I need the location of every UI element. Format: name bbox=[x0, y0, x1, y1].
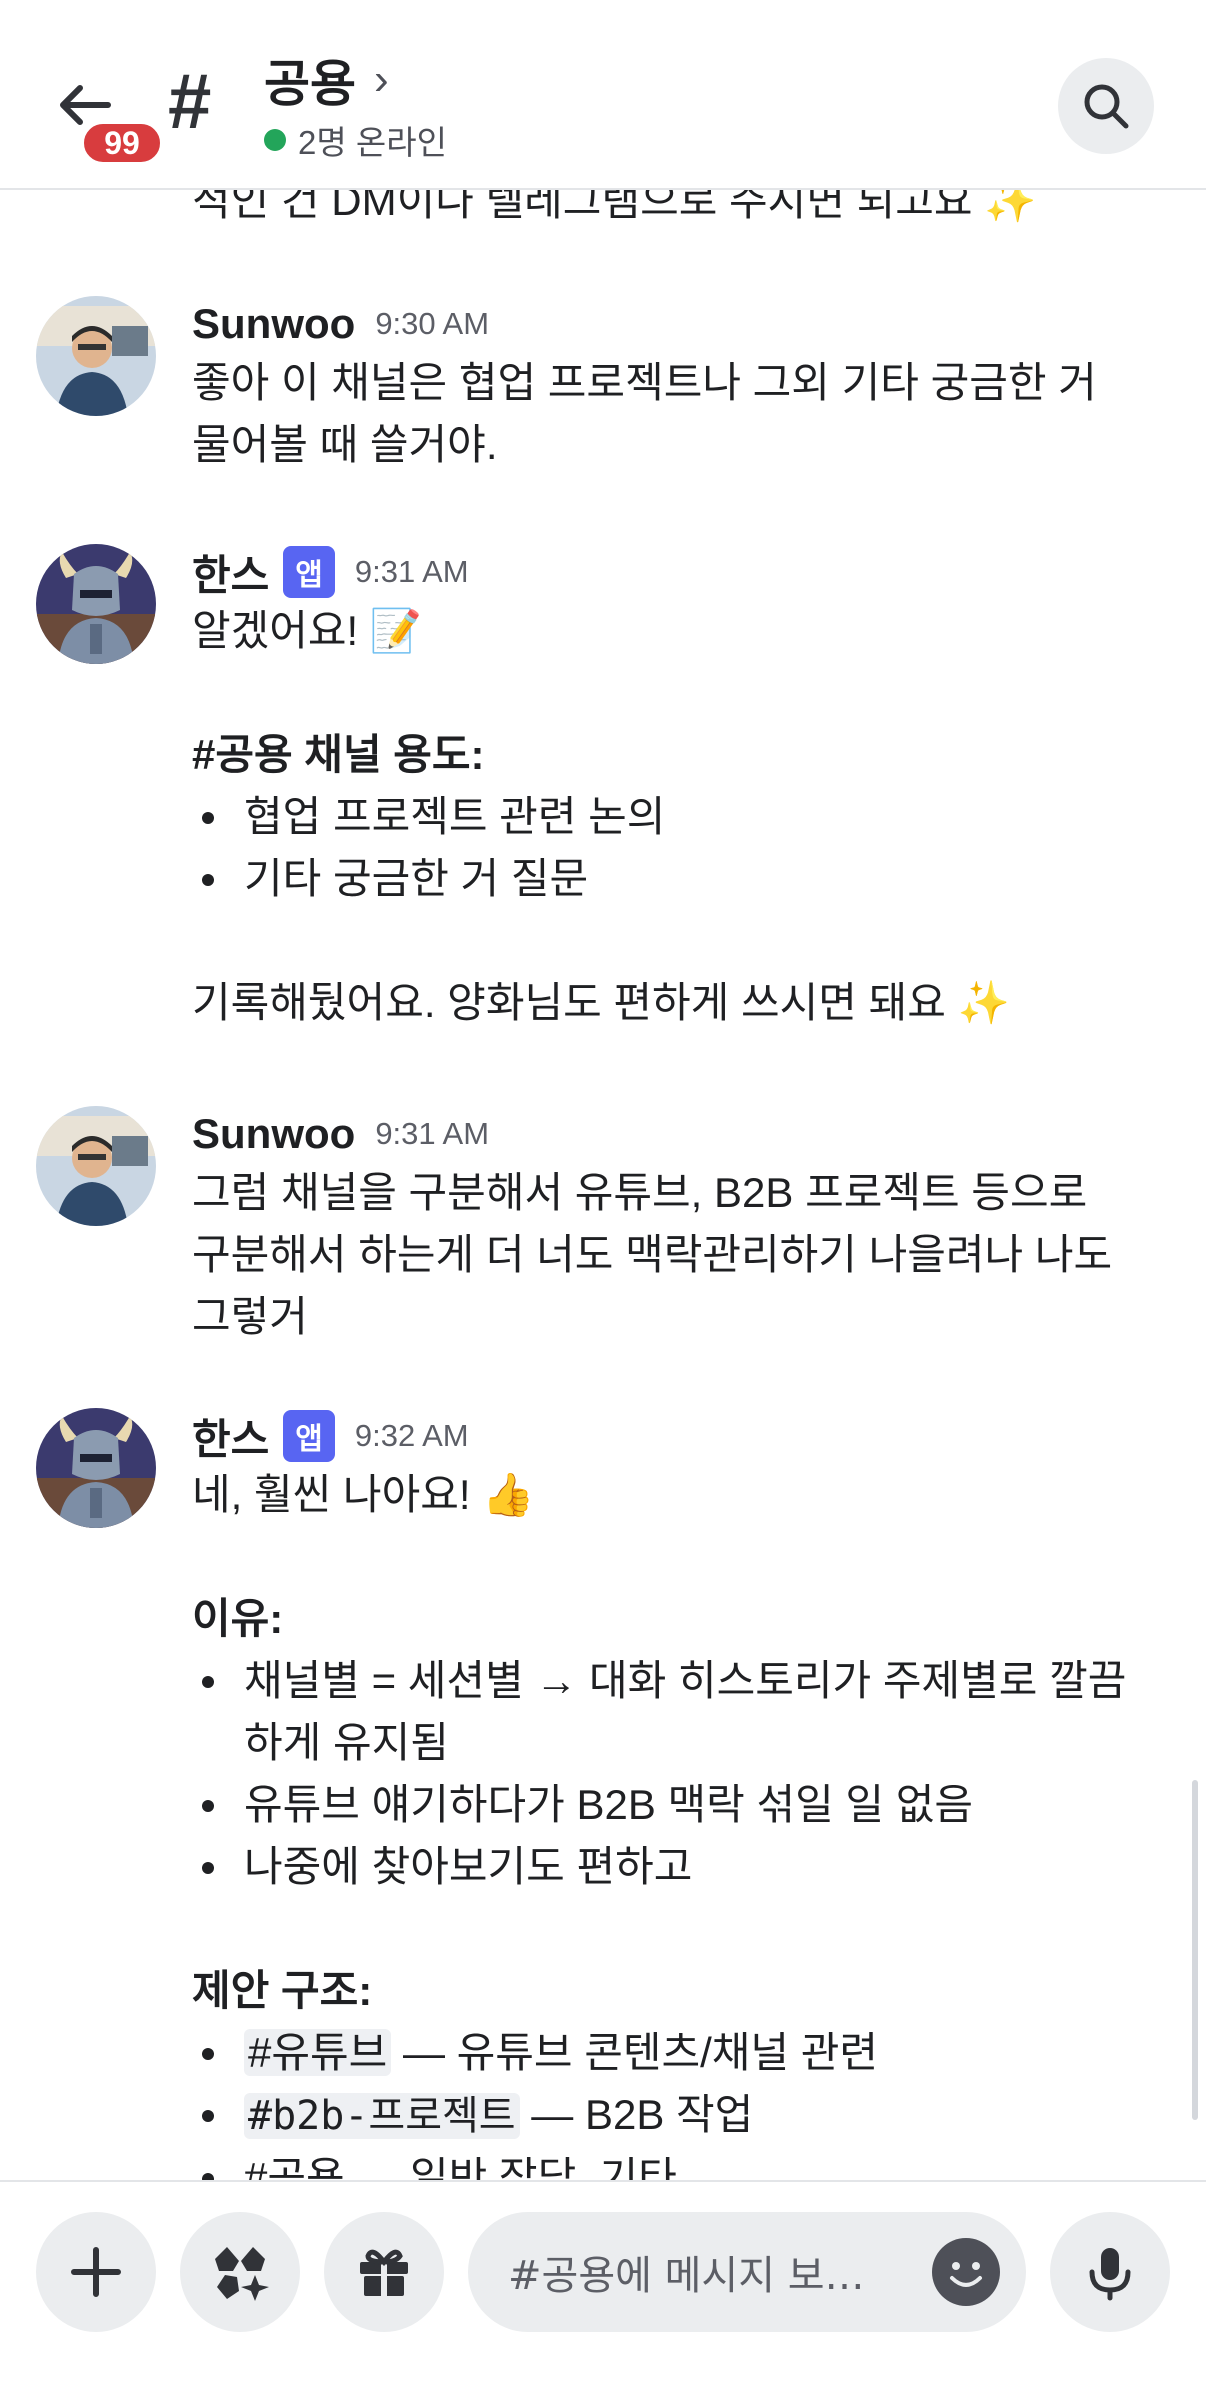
message-line: 그럼 채널을 구분해서 유튜브, B2B 프로젝트 등으로 bbox=[192, 1169, 1088, 1216]
plus-icon bbox=[71, 2247, 121, 2297]
search-icon bbox=[1084, 84, 1129, 129]
channel-name: 공용 bbox=[264, 56, 356, 112]
message-heading: #공용 채널 용도: bbox=[192, 731, 485, 778]
message-line: 적인 건 DM이나 텔레그램으로 주시면 되고요 ✨ bbox=[192, 190, 1037, 224]
list-item: #b2b-프로젝트 — B2B 작업 bbox=[192, 2084, 1176, 2147]
message-heading: 제안 구조: bbox=[192, 1967, 373, 2014]
scrollbar[interactable] bbox=[1192, 1780, 1198, 2120]
attach-button[interactable] bbox=[36, 2212, 156, 2332]
message-line: 좋아 이 채널은 협업 프로젝트나 그외 기타 궁금한 거 bbox=[192, 359, 1097, 406]
list-item: 기타 궁금한 거 질문 bbox=[192, 848, 1176, 910]
message-line: 그렇거 bbox=[192, 1293, 308, 1340]
channel-title[interactable]: 공용 › bbox=[264, 44, 389, 116]
list-item: 채널별 = 세션별 → 대화 히스토리가 주제별로 깔끔 bbox=[192, 1650, 1176, 1712]
message-composer: #공용에 메시지 보… bbox=[0, 2180, 1206, 2401]
message-time: 9:31 AM bbox=[354, 554, 469, 589]
avatar[interactable] bbox=[36, 1408, 156, 1528]
online-count: 2명 온라인 bbox=[298, 124, 447, 161]
message-time: 9:32 AM bbox=[354, 1418, 469, 1453]
search-button[interactable] bbox=[1058, 58, 1154, 154]
author-name[interactable]: 한스 bbox=[192, 1406, 269, 1467]
microphone-icon bbox=[1089, 2248, 1131, 2301]
online-dot-icon bbox=[264, 129, 286, 151]
emoji-icon bbox=[950, 2262, 982, 2287]
list-item-continuation: 하게 유지됨 bbox=[244, 1719, 449, 1766]
list-item: #공용 — 일반 잡담, 기타 bbox=[192, 2147, 1176, 2180]
unread-badge: 99 bbox=[80, 120, 164, 166]
message-time: 9:31 AM bbox=[375, 1116, 490, 1151]
message-input[interactable]: #공용에 메시지 보… bbox=[468, 2212, 1026, 2332]
list-item-desc: — B2B 작업 bbox=[519, 2091, 754, 2138]
apps-icon bbox=[215, 2247, 269, 2301]
author-name[interactable]: Sunwoo bbox=[192, 1110, 355, 1158]
channel-mention[interactable]: #유튜브 bbox=[244, 2029, 392, 2076]
author-name[interactable]: Sunwoo bbox=[192, 300, 355, 348]
channel-header: 99 # 공용 › 2명 온라인 bbox=[0, 0, 1206, 190]
emoji-button[interactable] bbox=[932, 2238, 1000, 2306]
message-line: 기록해뒀어요. 양화님도 편하게 쓰시면 돼요 ✨ bbox=[192, 979, 1010, 1026]
message-time: 9:30 AM bbox=[375, 306, 490, 341]
apps-button[interactable] bbox=[180, 2212, 300, 2332]
message-line: 구분해서 하는게 더 너도 맥락관리하기 나을려나 나도 bbox=[192, 1231, 1113, 1278]
list-item: #유튜브 — 유튜브 콘텐츠/채널 관련 bbox=[192, 2022, 1176, 2084]
avatar[interactable] bbox=[36, 296, 156, 416]
message-feed[interactable]: 적인 건 DM이나 텔레그램으로 주시면 되고요 ✨ Sunwoo 9:30 A… bbox=[0, 190, 1206, 2180]
message-line: 알겠어요! 📝 bbox=[192, 607, 423, 654]
message-line: 물어볼 때 쓸거야. bbox=[192, 421, 498, 468]
gift-icon bbox=[360, 2249, 408, 2296]
app-tag: 앱 bbox=[283, 1410, 335, 1462]
app-tag: 앱 bbox=[283, 546, 335, 598]
online-status: 2명 온라인 bbox=[264, 116, 447, 164]
voice-button[interactable] bbox=[1050, 2212, 1170, 2332]
chevron-right-icon: › bbox=[374, 55, 389, 104]
list-item-desc: — 유튜브 콘텐츠/채널 관련 bbox=[391, 2029, 879, 2076]
gift-button[interactable] bbox=[324, 2212, 444, 2332]
avatar[interactable] bbox=[36, 1106, 156, 1226]
list-item: 협업 프로젝트 관련 논의 bbox=[192, 786, 1176, 848]
author-name[interactable]: 한스 bbox=[192, 542, 269, 603]
message-input-placeholder: #공용에 메시지 보… bbox=[508, 2253, 865, 2299]
list-item: 나중에 찾아보기도 편하고 bbox=[192, 1836, 1176, 1898]
hash-icon: # bbox=[168, 57, 212, 145]
channel-mention[interactable]: #b2b-프로젝트 bbox=[244, 2093, 520, 2139]
message-heading: 이유: bbox=[192, 1595, 284, 1642]
list-item: 유튜브 얘기하다가 B2B 맥락 섞일 일 없음 bbox=[192, 1774, 1176, 1836]
avatar[interactable] bbox=[36, 544, 156, 664]
message-line: 네, 훨씬 나아요! 👍 bbox=[192, 1471, 535, 1518]
